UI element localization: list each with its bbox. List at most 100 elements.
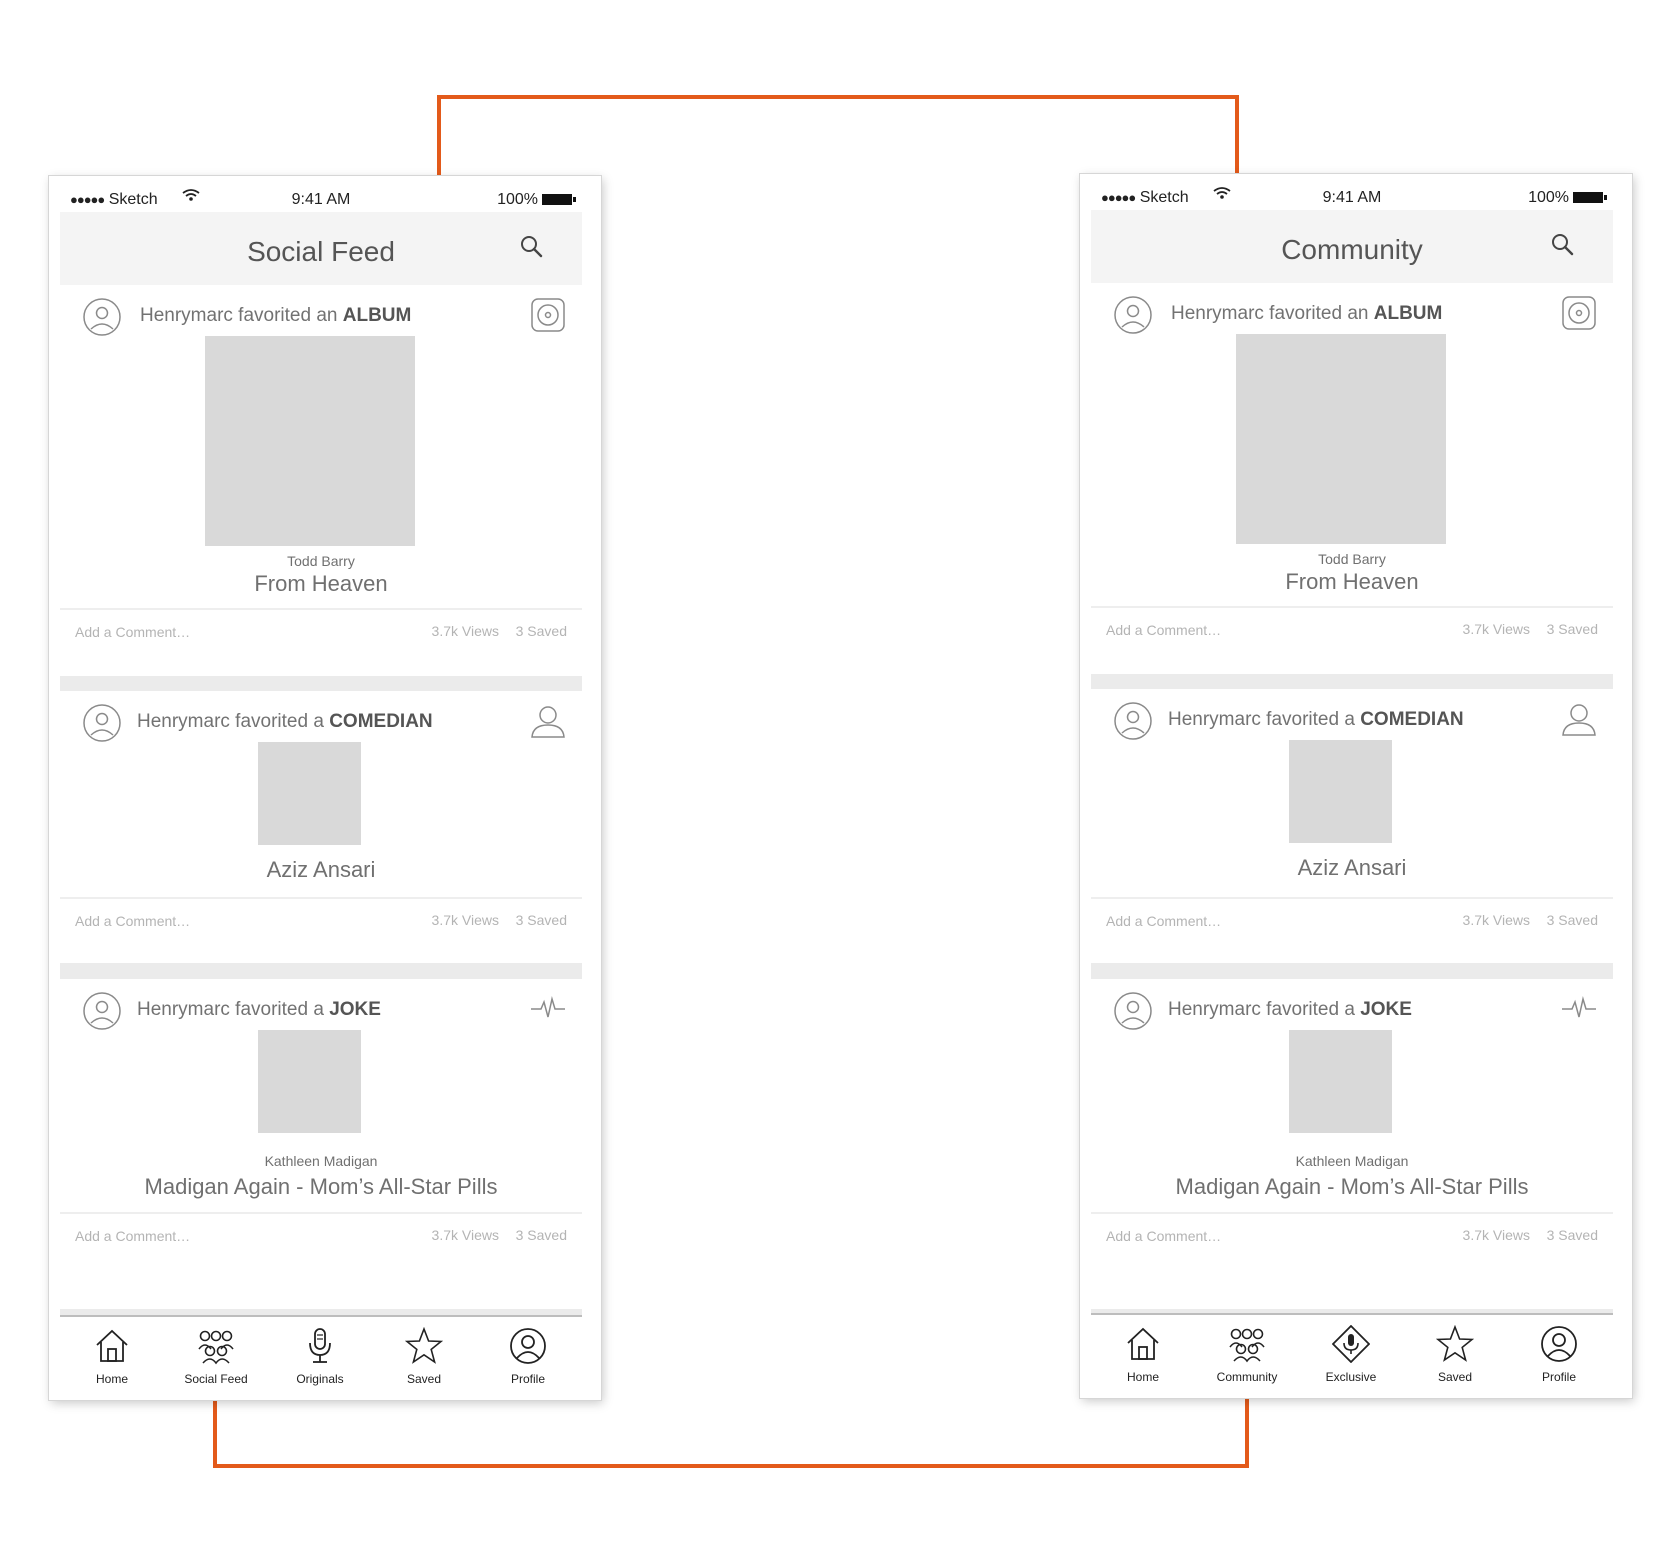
- view-count: 3.7k Views: [1462, 621, 1530, 637]
- view-count: 3.7k Views: [431, 912, 499, 928]
- tab-label: Saved: [1437, 1370, 1473, 1384]
- saved-count: 3 Saved: [515, 1227, 567, 1243]
- add-comment-input[interactable]: Add a Comment…: [75, 624, 190, 640]
- card-divider: [1091, 1212, 1613, 1214]
- star-icon: [405, 1327, 443, 1364]
- item-title[interactable]: Madigan Again - Mom’s All-Star Pills: [1091, 1174, 1613, 1200]
- tab-label: Home: [1126, 1370, 1159, 1384]
- social-feed-phone: ●●●●● Sketch 9:41 AM 100% Social Feed He…: [49, 176, 601, 1400]
- tab-label: Profile: [1541, 1370, 1576, 1384]
- feed-card-joke[interactable]: Henrymarc favorited a JOKE Kathleen Madi…: [60, 979, 582, 1309]
- page-title: Social Feed: [247, 236, 395, 267]
- group-icon: [1229, 1328, 1265, 1363]
- album-cover-placeholder[interactable]: [205, 336, 415, 546]
- tab-saved[interactable]: Saved: [1403, 1315, 1507, 1387]
- profile-icon: [510, 1328, 546, 1364]
- tab-profile[interactable]: Profile: [1507, 1315, 1611, 1387]
- add-comment-input[interactable]: Add a Comment…: [75, 913, 190, 929]
- saved-count: 3 Saved: [515, 623, 567, 639]
- user-avatar-icon[interactable]: [1113, 295, 1153, 335]
- saved-count: 3 Saved: [1546, 912, 1598, 928]
- activity-headline: Henrymarc favorited a JOKE: [1168, 999, 1412, 1020]
- tab-label: Exclusive: [1325, 1370, 1377, 1384]
- feed-card-comedian[interactable]: Henrymarc favorited a COMEDIAN Aziz Ansa…: [60, 691, 582, 963]
- tab-home[interactable]: Home: [60, 1317, 164, 1389]
- group-icon: [198, 1330, 234, 1365]
- joke-cover-placeholder[interactable]: [258, 1030, 361, 1133]
- pulse-icon: [1562, 996, 1596, 1018]
- search-icon[interactable]: [518, 233, 546, 261]
- tab-label: Profile: [510, 1372, 545, 1386]
- add-comment-input[interactable]: Add a Comment…: [1106, 622, 1221, 638]
- battery-percent: 100%: [497, 191, 538, 208]
- view-count: 3.7k Views: [431, 1227, 499, 1243]
- album-icon: [1562, 296, 1596, 330]
- feed-card-album[interactable]: Henrymarc favorited an ALBUM Todd Barry …: [1091, 283, 1613, 674]
- item-type: ALBUM: [1373, 303, 1443, 324]
- user-avatar-icon[interactable]: [82, 297, 122, 337]
- phone-screen: ●●●●● Sketch 9:41 AM 100% Social Feed He…: [60, 185, 582, 1389]
- card-divider: [60, 608, 582, 610]
- user-avatar-icon[interactable]: [1113, 701, 1153, 741]
- community-phone: ●●●●● Sketch 9:41 AM 100% Community Henr…: [1080, 174, 1632, 1398]
- comedian-photo-placeholder[interactable]: [258, 742, 361, 845]
- item-title[interactable]: Madigan Again - Mom’s All-Star Pills: [60, 1174, 582, 1200]
- user-avatar-icon[interactable]: [1113, 991, 1153, 1031]
- view-count: 3.7k Views: [1462, 1227, 1530, 1243]
- tab-profile[interactable]: Profile: [476, 1317, 580, 1389]
- nav-bar: Community: [1091, 210, 1613, 283]
- tab-saved[interactable]: Saved: [372, 1317, 476, 1389]
- activity-headline: Henrymarc favorited a COMEDIAN: [1168, 709, 1464, 730]
- feed-card-joke[interactable]: Henrymarc favorited a JOKE Kathleen Madi…: [1091, 979, 1613, 1309]
- joke-cover-placeholder[interactable]: [1289, 1030, 1392, 1133]
- view-count: 3.7k Views: [431, 623, 499, 639]
- item-title[interactable]: Aziz Ansari: [60, 857, 582, 883]
- exclusive-microphone-icon: [1332, 1325, 1370, 1363]
- item-type: JOKE: [329, 999, 381, 1020]
- person-icon: [531, 706, 565, 738]
- tab-label: Saved: [406, 1372, 442, 1386]
- saved-count: 3 Saved: [515, 912, 567, 928]
- home-icon: [1127, 1327, 1159, 1360]
- item-type: ALBUM: [342, 305, 412, 326]
- comedian-photo-placeholder[interactable]: [1289, 740, 1392, 843]
- tab-bar: Home Social Feed Originals Saved Profile: [60, 1315, 582, 1389]
- card-divider: [1091, 606, 1613, 608]
- item-type: JOKE: [1360, 999, 1412, 1020]
- album-icon: [531, 298, 565, 332]
- user-avatar-icon[interactable]: [82, 991, 122, 1031]
- item-title[interactable]: Aziz Ansari: [1091, 855, 1613, 881]
- tab-social-feed[interactable]: Social Feed: [164, 1317, 268, 1389]
- microphone-icon: [309, 1328, 331, 1363]
- user-avatar-icon[interactable]: [82, 703, 122, 743]
- item-title[interactable]: From Heaven: [1091, 569, 1613, 595]
- tab-exclusive[interactable]: Exclusive: [1299, 1315, 1403, 1387]
- battery-percent: 100%: [1528, 189, 1569, 206]
- saved-count: 3 Saved: [1546, 1227, 1598, 1243]
- saved-count: 3 Saved: [1546, 621, 1598, 637]
- tab-home[interactable]: Home: [1091, 1315, 1195, 1387]
- battery-icon: [542, 194, 576, 205]
- activity-headline: Henrymarc favorited an ALBUM: [1171, 303, 1443, 324]
- add-comment-input[interactable]: Add a Comment…: [1106, 913, 1221, 929]
- add-comment-input[interactable]: Add a Comment…: [75, 1228, 190, 1244]
- person-icon: [1562, 704, 1596, 736]
- view-count: 3.7k Views: [1462, 912, 1530, 928]
- artist-name: Kathleen Madigan: [1295, 1153, 1409, 1169]
- phone-screen: ●●●●● Sketch 9:41 AM 100% Community Henr…: [1091, 183, 1613, 1387]
- tab-community[interactable]: Community: [1195, 1315, 1299, 1387]
- item-title[interactable]: From Heaven: [60, 571, 582, 597]
- tab-label: Home: [95, 1372, 128, 1386]
- feed-card-album[interactable]: Henrymarc favorited an ALBUM Todd Barry …: [60, 285, 582, 676]
- album-cover-placeholder[interactable]: [1236, 334, 1446, 544]
- pulse-icon: [531, 996, 565, 1018]
- activity-headline: Henrymarc favorited a COMEDIAN: [137, 711, 433, 732]
- artist-name: Kathleen Madigan: [264, 1153, 378, 1169]
- tab-originals[interactable]: Originals: [268, 1317, 372, 1389]
- tab-label: Community: [1216, 1370, 1278, 1384]
- tab-label: Originals: [296, 1372, 344, 1386]
- add-comment-input[interactable]: Add a Comment…: [1106, 1228, 1221, 1244]
- search-icon[interactable]: [1549, 231, 1577, 259]
- feed-card-comedian[interactable]: Henrymarc favorited a COMEDIAN Aziz Ansa…: [1091, 689, 1613, 963]
- artist-name: Todd Barry: [1318, 551, 1386, 567]
